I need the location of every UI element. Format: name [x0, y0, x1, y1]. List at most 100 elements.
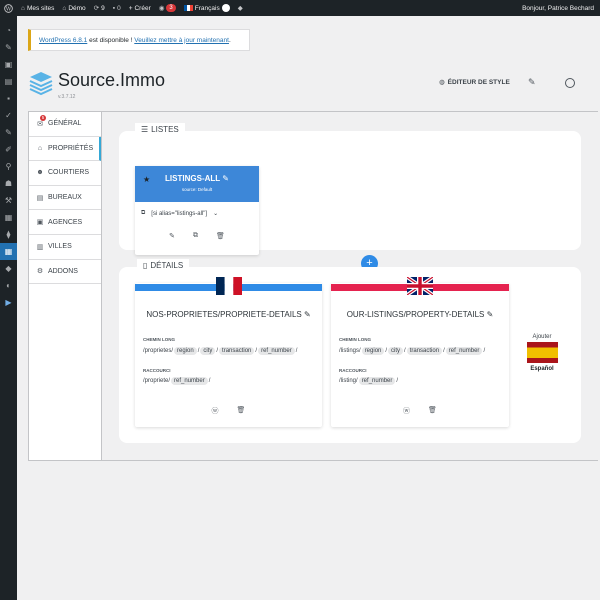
chevron-down-icon[interactable]: ⌄: [213, 210, 218, 217]
edit-icon[interactable]: ✎: [487, 310, 494, 319]
site-name-label: Démo: [68, 4, 86, 12]
media-icon[interactable]: ▣: [0, 56, 17, 73]
wrench-icon[interactable]: ✎: [528, 77, 536, 88]
short-path-label: RACCOURCI: [339, 368, 367, 373]
new-content-menu[interactable]: + Créer: [125, 0, 155, 16]
updates-menu[interactable]: ⟳ 9: [90, 0, 109, 16]
nav-item-addons[interactable]: ⚙ ADDONS: [29, 260, 101, 285]
my-sites-label: Mes sites: [26, 4, 55, 12]
nav-item-label: GÉNÉRAL: [48, 120, 82, 128]
new-content-label: Créer: [134, 4, 151, 12]
shortcode-text: [si alias="listings-all"]: [151, 210, 208, 217]
nav-item-offices[interactable]: ▤ BUREAUX: [29, 186, 101, 211]
source-immo-menu-icon[interactable]: ▦: [0, 243, 17, 260]
pin-icon[interactable]: ✎: [0, 39, 17, 56]
route-token: ref_number: [171, 377, 208, 385]
edit-icon[interactable]: ✎: [222, 174, 229, 183]
short-path-route: /listing/ ref_number /: [339, 377, 399, 385]
updates-count: 9: [101, 4, 105, 12]
lists-title-label: LISTES: [151, 125, 179, 134]
envelope-icon: ✉ 5: [37, 114, 46, 128]
route-token: transaction: [219, 347, 255, 355]
admin-bar: W ⌂ Mes sites ⌂ Démo ⟳ 9 ▪ 0 + Créer ◉ 3…: [0, 0, 600, 16]
long-path-label: CHEMIN LONG: [143, 337, 175, 342]
notifications-menu[interactable]: ◉ 3: [155, 0, 180, 16]
diamond-menu[interactable]: ◆: [234, 0, 247, 16]
nav-item-label: PROPRIÉTÉS: [48, 144, 94, 152]
nav-item-general[interactable]: ✉ 5 GÉNÉRAL: [29, 112, 101, 137]
listing-actions: ✎ ⧉ 🗑: [135, 232, 259, 240]
edit-icon[interactable]: ✎: [304, 310, 311, 319]
lists-section-title: ☰ LISTES: [135, 123, 185, 136]
home-icon: ⌂: [62, 4, 67, 12]
comments-icon[interactable]: ▪: [0, 90, 17, 107]
copy-icon[interactable]: ⧉: [141, 210, 145, 217]
translate-icon[interactable]: ◐: [0, 277, 17, 294]
check-icon[interactable]: ✓: [0, 107, 17, 124]
style-editor-label: ÉDITEUR DE STYLE: [447, 78, 510, 86]
nav-item-brokers[interactable]: ☻ COURTIERS: [29, 161, 101, 186]
svg-text:W: W: [6, 6, 12, 12]
users-icon[interactable]: ☗: [0, 175, 17, 192]
wordpress-icon[interactable]: ⓦ: [403, 406, 410, 416]
route-token: ref_number: [358, 377, 396, 385]
trash-icon[interactable]: 🗑: [216, 232, 225, 240]
trash-icon[interactable]: 🗑: [428, 406, 437, 416]
plugin-content: ☰ LISTES ★ LISTINGS-ALL ✎ source: Defaul…: [102, 112, 598, 460]
language-switcher[interactable]: Français: [180, 0, 234, 16]
nav-item-cities[interactable]: ▥ VILLES: [29, 235, 101, 260]
listing-card[interactable]: ★ LISTINGS-ALL ✎ source: Default ⧉ [si a…: [135, 166, 259, 255]
nav-item-properties[interactable]: ⌂ PROPRIÉTÉS: [29, 136, 101, 162]
lists-section: ☰ LISTES ★ LISTINGS-ALL ✎ source: Defaul…: [119, 123, 581, 272]
duplicate-icon[interactable]: ⧉: [193, 232, 198, 240]
agency-icon: ▣: [36, 219, 44, 227]
details-section-title: ▯ DÉTAILS: [137, 259, 190, 272]
dashboard-icon[interactable]: ◔: [0, 22, 17, 39]
diamond-menu-icon[interactable]: ◆: [0, 260, 17, 277]
detail-card-fr[interactable]: NOS-PROPRIETES/PROPRIETE-DETAILS ✎ CHEMI…: [135, 277, 322, 427]
tools-icon[interactable]: ⚒: [0, 192, 17, 209]
style-editor-button[interactable]: ◍ ÉDITEUR DE STYLE: [439, 78, 510, 87]
update-notice: WordPress 6.8.1 est disponible ! Veuille…: [28, 29, 250, 51]
edit-icon[interactable]: ✎: [169, 232, 175, 240]
route-token: city: [200, 347, 216, 355]
play-icon[interactable]: ▶: [0, 294, 17, 311]
listing-name: LISTINGS-ALL ✎: [165, 174, 229, 183]
city-icon: ▥: [36, 243, 44, 251]
plugin-v-icon[interactable]: ⧫: [0, 226, 17, 243]
nav-item-agencies[interactable]: ▣ AGENCES: [29, 210, 101, 235]
pages-icon[interactable]: ▤: [0, 73, 17, 90]
wordpress-logo-icon[interactable]: W: [0, 0, 17, 16]
spanish-flag-icon: [526, 342, 558, 363]
document-icon: ▯: [143, 261, 148, 270]
user-account-icon[interactable]: [565, 78, 575, 88]
my-sites-menu[interactable]: ⌂ Mes sites: [17, 0, 58, 16]
plugin-frame: ✉ 5 GÉNÉRAL ⌂ PROPRIÉTÉS ☻ COURTIERS ▤ BU…: [28, 111, 598, 461]
plugin-version: v.3.7.12: [58, 94, 76, 100]
pin-tool-icon[interactable]: ✎: [0, 124, 17, 141]
appearance-icon[interactable]: ✐: [0, 141, 17, 158]
home-icon: ⌂: [37, 144, 43, 152]
wordpress-icon[interactable]: ⓦ: [212, 406, 219, 416]
plugin-sidebar: ✉ 5 GÉNÉRAL ⌂ PROPRIÉTÉS ☻ COURTIERS ▤ BU…: [29, 112, 102, 460]
route-token: region: [361, 347, 385, 355]
listing-source: source: Default: [181, 187, 213, 192]
admin-menu: ◔ ✎ ▣ ▤ ▪ ✓ ✎ ✐ ⚲ ☗ ⚒ ▦ ⧫ ▦ ◆ ◐ ▶: [0, 16, 17, 600]
account-menu[interactable]: Bonjour, Patrice Bechard: [518, 0, 600, 16]
route-token: city: [388, 347, 404, 355]
site-name-menu[interactable]: ⌂ Démo: [58, 0, 89, 16]
settings-icon[interactable]: ▦: [0, 209, 17, 226]
notifications-badge: 3: [166, 4, 176, 12]
add-language-button[interactable]: Ajouter Español: [524, 334, 560, 372]
french-flag-icon: [183, 5, 193, 11]
update-now-link[interactable]: Veuillez mettre à jour maintenant: [134, 37, 229, 44]
detail-card-en[interactable]: OUR-LISTINGS/PROPERTY-DETAILS ✎ CHEMIN L…: [331, 277, 509, 427]
wordpress-version-link[interactable]: WordPress 6.8.1: [39, 37, 87, 44]
comments-menu[interactable]: ▪ 0: [109, 0, 125, 16]
long-path-route: /listings/ region / city / transaction / re…: [339, 347, 486, 355]
trash-icon[interactable]: 🗑: [237, 406, 246, 416]
plugins-icon[interactable]: ⚲: [0, 158, 17, 175]
nav-item-label: BUREAUX: [48, 194, 82, 202]
diamond-icon: ◆: [237, 5, 243, 12]
language-status-icon: [221, 4, 230, 12]
